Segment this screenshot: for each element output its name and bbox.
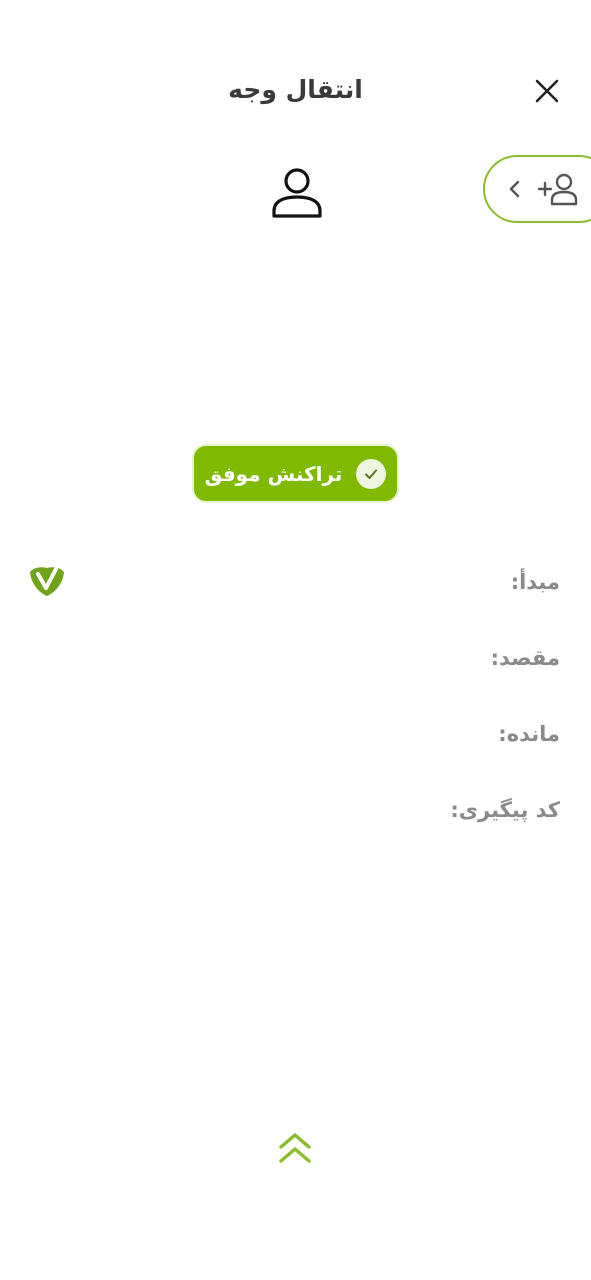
chevron-left-icon <box>509 180 520 198</box>
person-icon <box>272 168 322 218</box>
add-contact-button[interactable] <box>483 155 591 223</box>
bank-logo-icon <box>30 567 64 596</box>
destination-label: مقصد: <box>490 646 560 670</box>
add-person-icon <box>537 173 578 206</box>
double-chevron-up-icon[interactable] <box>276 1130 314 1166</box>
source-label: مبدأ: <box>510 570 560 594</box>
close-button[interactable] <box>530 74 564 108</box>
close-icon <box>535 79 559 103</box>
check-circle-icon <box>356 458 387 489</box>
status-label: تراکنش موفق <box>204 461 343 486</box>
status-badge: تراکنش موفق <box>194 446 397 501</box>
page-title: انتقال وجه <box>228 75 363 104</box>
balance-label: مانده: <box>498 722 560 746</box>
tracking-code-label: کد پیگیری: <box>450 798 560 822</box>
